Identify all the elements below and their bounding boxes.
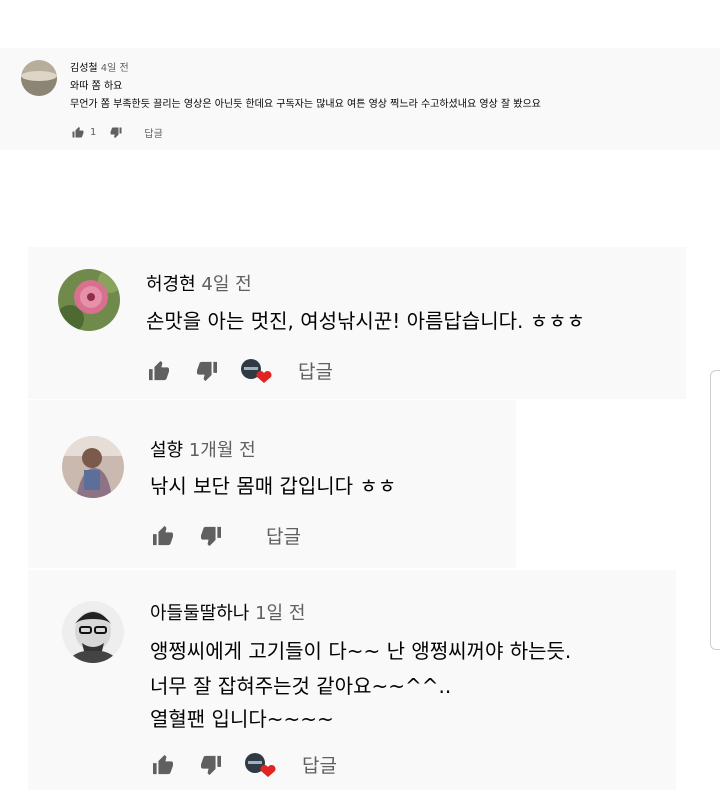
- comment-text-line: 손맛을 아는 멋진, 여성낚시꾼! 아름답습니다. ㅎㅎㅎ: [146, 309, 585, 333]
- author-name[interactable]: 설향: [150, 440, 183, 461]
- reply-button[interactable]: 답글: [302, 751, 337, 778]
- comment-text-line: 열혈팬 입니다~~~~: [150, 707, 334, 731]
- thumbs-up-icon[interactable]: [152, 754, 174, 775]
- reply-button[interactable]: 답글: [298, 357, 333, 384]
- timestamp[interactable]: 4일 전: [201, 274, 251, 295]
- comment-author-line: 김성철 4일 전: [70, 59, 129, 74]
- comment-text-line: 앵쩡씨에게 고기들이 다~~ 난 앵쩡씨꺼야 하는듯.: [150, 639, 572, 663]
- thumbs-down-icon[interactable]: [200, 526, 222, 546]
- comment-actions: 답글: [152, 751, 337, 778]
- scrollbar-frame[interactable]: [710, 370, 720, 650]
- comment-author-line: 허경현 4일 전: [146, 270, 252, 296]
- creator-heart[interactable]: [240, 358, 272, 384]
- creator-heart[interactable]: [244, 752, 276, 778]
- thumbs-down-icon[interactable]: [110, 127, 122, 138]
- like-count: 1: [90, 127, 97, 138]
- comment-author-line: 아들둘딸하나 1일 전: [150, 599, 305, 625]
- avatar[interactable]: [62, 436, 124, 498]
- heart-icon: [260, 764, 276, 777]
- author-name[interactable]: 허경현: [146, 274, 196, 295]
- comment-author-line: 설향 1개월 전: [150, 436, 256, 462]
- thumbs-down-icon[interactable]: [196, 361, 218, 381]
- author-name[interactable]: 김성철: [70, 63, 98, 74]
- heart-icon: [256, 370, 272, 383]
- comment-text-line: 와따 쫌 하요: [70, 81, 123, 92]
- thumbs-up-icon[interactable]: [72, 127, 84, 138]
- comment-actions: 1 답글: [72, 125, 163, 140]
- thumbs-down-icon[interactable]: [200, 755, 222, 775]
- blank-panel: [516, 400, 720, 568]
- timestamp[interactable]: 1일 전: [255, 603, 305, 624]
- timestamp[interactable]: 1개월 전: [189, 440, 256, 461]
- avatar[interactable]: [21, 60, 57, 96]
- avatar[interactable]: [58, 269, 120, 331]
- avatar[interactable]: [62, 601, 124, 663]
- comment-text-line: 무언가 쫌 부족한듯 끌리는 영상은 아닌듯 한데요 구독자는 많내요 여튼 영…: [70, 99, 541, 110]
- thumbs-up-icon[interactable]: [148, 360, 170, 381]
- comment-text-line: 낚시 보단 몸매 갑입니다 ㅎㅎ: [150, 474, 397, 498]
- thumbs-up-icon[interactable]: [152, 525, 174, 546]
- timestamp[interactable]: 4일 전: [101, 63, 129, 74]
- comment-actions: 답글: [152, 522, 301, 549]
- comment-actions: 답글: [148, 357, 333, 384]
- reply-button[interactable]: 답글: [144, 125, 162, 140]
- reply-button[interactable]: 답글: [266, 522, 301, 549]
- comment-text-line: 너무 잘 잡혀주는것 같아요~~^^..: [150, 674, 452, 698]
- author-name[interactable]: 아들둘딸하나: [150, 603, 249, 624]
